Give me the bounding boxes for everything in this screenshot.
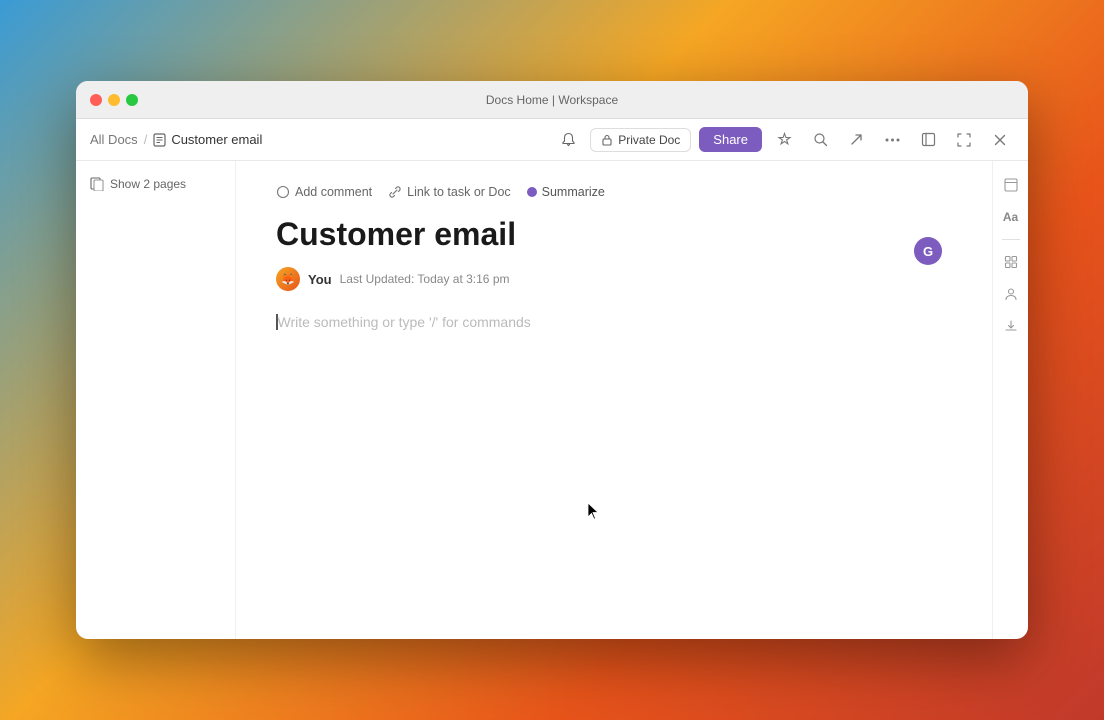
minimize-button[interactable]	[108, 94, 120, 106]
breadcrumb-current: Customer email	[153, 132, 262, 147]
sidebar-divider	[1002, 239, 1020, 240]
editor-placeholder[interactable]: Write something or type '/' for commands	[276, 311, 952, 333]
document-title[interactable]: Customer email	[276, 215, 952, 253]
bell-icon	[561, 132, 576, 147]
toolbar: All Docs / Customer email	[76, 119, 1028, 161]
private-doc-button[interactable]: Private Doc	[590, 128, 691, 152]
collapse-icon	[921, 132, 936, 147]
ai-floating-icon[interactable]: G	[914, 237, 942, 265]
close-button[interactable]	[90, 94, 102, 106]
comment-icon	[276, 185, 290, 199]
pages-icon	[90, 177, 104, 191]
font-settings-button[interactable]: Aa	[997, 203, 1025, 231]
doc-author: You	[308, 272, 332, 287]
search-icon	[813, 132, 828, 147]
collapse-button[interactable]	[914, 126, 942, 154]
breadcrumb: All Docs / Customer email	[90, 132, 546, 147]
add-comment-label: Add comment	[295, 185, 372, 199]
placeholder-text: Write something or type '/' for commands	[278, 314, 531, 330]
star-icon	[777, 132, 792, 147]
export-button[interactable]	[842, 126, 870, 154]
people-button[interactable]	[997, 280, 1025, 308]
doc-last-updated: Last Updated: Today at 3:16 pm	[340, 272, 510, 286]
search-button[interactable]	[806, 126, 834, 154]
summarize-dot	[527, 187, 537, 197]
window-title: Docs Home | Workspace	[486, 93, 618, 107]
close-window-button[interactable]	[986, 126, 1014, 154]
maximize-button[interactable]	[126, 94, 138, 106]
titlebar: Docs Home | Workspace	[76, 81, 1028, 119]
left-sidebar: Show 2 pages	[76, 161, 236, 639]
link-icon	[388, 185, 402, 199]
traffic-lights	[76, 94, 138, 106]
star-button[interactable]	[770, 126, 798, 154]
layout-view-button[interactable]	[997, 248, 1025, 276]
add-comment-button[interactable]: Add comment	[276, 185, 372, 199]
more-icon	[885, 138, 900, 142]
download-button[interactable]	[997, 312, 1025, 340]
link-task-label: Link to task or Doc	[407, 185, 511, 199]
content-area: Show 2 pages Add comment	[76, 161, 1028, 639]
right-sidebar: Aa	[992, 161, 1028, 639]
share-button[interactable]: Share	[699, 127, 762, 152]
breadcrumb-separator: /	[144, 132, 148, 147]
layout-sidebar-button[interactable]	[997, 171, 1025, 199]
ai-icon-label: G	[923, 244, 933, 259]
editor-area[interactable]: Add comment Link to task or Doc Summariz…	[236, 161, 992, 639]
bell-icon-button[interactable]	[554, 126, 582, 154]
private-doc-label: Private Doc	[618, 133, 680, 147]
grid-icon	[1004, 255, 1018, 269]
fullscreen-icon	[957, 133, 971, 147]
font-icon: Aa	[1003, 210, 1018, 224]
layout-icon	[1004, 178, 1018, 192]
avatar: 🦊	[276, 267, 300, 291]
download-icon	[1004, 319, 1018, 333]
doc-page-icon	[153, 133, 166, 147]
doc-meta: 🦊 You Last Updated: Today at 3:16 pm	[276, 267, 952, 291]
mouse-cursor	[586, 501, 602, 521]
summarize-button[interactable]: Summarize	[527, 185, 605, 199]
export-icon	[849, 132, 864, 147]
avatar-emoji: 🦊	[281, 273, 295, 286]
toolbar-actions: Private Doc Share	[554, 126, 1014, 154]
doc-toolbar: Add comment Link to task or Doc Summariz…	[276, 185, 952, 199]
people-icon	[1004, 287, 1018, 301]
link-task-button[interactable]: Link to task or Doc	[388, 185, 511, 199]
breadcrumb-home[interactable]: All Docs	[90, 132, 138, 147]
more-button[interactable]	[878, 126, 906, 154]
show-pages-button[interactable]: Show 2 pages	[90, 177, 186, 191]
app-window: Docs Home | Workspace All Docs / Custome…	[76, 81, 1028, 639]
lock-icon	[601, 134, 613, 146]
fullscreen-button[interactable]	[950, 126, 978, 154]
show-pages-label: Show 2 pages	[110, 177, 186, 191]
x-icon	[994, 134, 1006, 146]
summarize-label: Summarize	[542, 185, 605, 199]
